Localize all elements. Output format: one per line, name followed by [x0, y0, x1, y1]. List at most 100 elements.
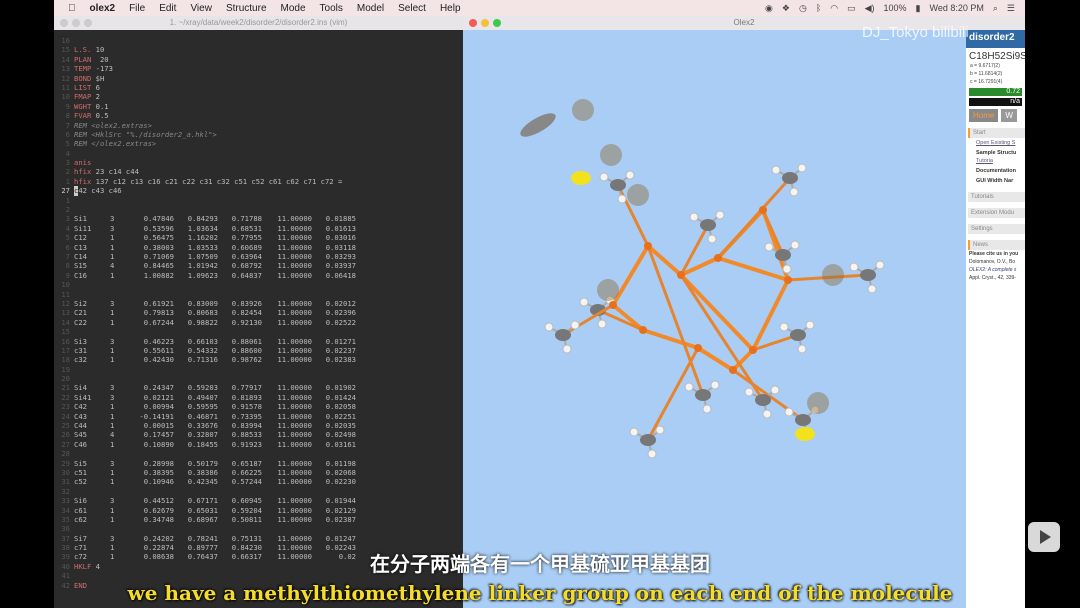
code-line[interactable]: 14 C22 1 0.67244 0.98822 0.92130 11.00000 0.025…	[54, 318, 356, 327]
code-line[interactable]: 24 C43 1 -0.14191 0.46871 0.73395 11.00000 0.02…	[54, 412, 356, 421]
code-line[interactable]: 19	[54, 365, 356, 374]
documentation-item[interactable]: Documentation	[966, 166, 1025, 176]
sulfur-atom[interactable]	[571, 171, 591, 185]
silicon-atom[interactable]	[644, 242, 652, 250]
code-line[interactable]: 7 C14 1 0.71069 1.07509 0.63964 11.00000 0.0329…	[54, 252, 356, 261]
hydrogen-atom[interactable]	[617, 194, 627, 204]
silicon-atom[interactable]	[729, 366, 737, 374]
terminal-vim-window[interactable]: 1. ~/xray/data/week2/disorder2/disorder2…	[54, 16, 463, 608]
battery-icon[interactable]: ▮	[916, 3, 921, 14]
section-extension-modules[interactable]: Extension Modu	[968, 208, 1025, 218]
tab-home[interactable]: Home	[969, 109, 999, 122]
carbon-atom[interactable]	[790, 329, 806, 341]
silicon-atom[interactable]	[694, 344, 702, 352]
menu-tools[interactable]: Tools	[320, 3, 343, 14]
menu-mode[interactable]: Mode	[281, 3, 306, 14]
code-line[interactable]: 2	[54, 205, 356, 214]
tutorial-link[interactable]: Tutoria	[966, 158, 1025, 166]
menu-file[interactable]: File	[129, 3, 145, 14]
menu-app-name[interactable]: olex2	[90, 3, 116, 14]
hydrogen-atom[interactable]	[779, 322, 789, 332]
section-settings[interactable]: Settings	[968, 224, 1025, 234]
code-line[interactable]: 28	[54, 449, 356, 458]
zoom-button[interactable]	[84, 19, 92, 27]
volume-icon[interactable]: ◀)	[865, 3, 875, 14]
code-line[interactable]: 5 REM </olex2.extras>	[54, 139, 356, 148]
hydrogen-atom[interactable]	[771, 165, 781, 175]
code-line[interactable]: 16	[54, 36, 356, 45]
menu-edit[interactable]: Edit	[159, 3, 176, 14]
hydrogen-atom[interactable]	[562, 344, 572, 354]
code-line[interactable]: 5 C12 1 0.56475 1.16202 0.77955 11.00000 0.0301…	[54, 233, 356, 242]
minimize-button[interactable]	[72, 19, 80, 27]
open-existing-link[interactable]: Open Existing S	[966, 138, 1025, 148]
hydrogen-atom[interactable]	[790, 240, 800, 250]
apple-icon[interactable]: 	[68, 3, 76, 14]
code-line[interactable]: 15 L.S. 10	[54, 45, 356, 54]
molecule-3d-view[interactable]	[463, 30, 966, 608]
hydrogen-atom[interactable]	[764, 242, 774, 252]
code-line[interactable]: 33 Si6 3 0.44512 0.67171 0.60945 11.00000 0.019…	[54, 496, 356, 505]
silicon-atom[interactable]	[714, 254, 722, 262]
code-line[interactable]: 7 REM <olex2.extras>	[54, 121, 356, 130]
hydrogen-atom[interactable]	[702, 404, 712, 414]
hydrogen-atom[interactable]	[797, 344, 807, 354]
code-line[interactable]: 6 REM <HklSrc "%./disorder2_a.hkl">	[54, 130, 356, 139]
hydrogen-atom[interactable]	[599, 172, 609, 182]
hydrogen-atom[interactable]	[782, 264, 792, 274]
hydrogen-atom[interactable]	[762, 409, 772, 419]
notification-center-icon[interactable]: ☰	[1007, 3, 1015, 14]
carbon-atom[interactable]	[640, 434, 656, 446]
code-line[interactable]: 30 c51 1 0.38395 0.38386 0.66225 11.00000 0.020…	[54, 468, 356, 477]
close-button[interactable]	[60, 19, 68, 27]
code-line[interactable]: 11	[54, 290, 356, 299]
code-line[interactable]: 18 c32 1 0.42430 0.71316 0.98762 11.00000 0.023…	[54, 355, 356, 364]
minimize-button[interactable]	[481, 19, 489, 27]
code-line[interactable]: 4 Si11 3 0.53596 1.03634 0.68531 11.00000 0.016…	[54, 224, 356, 233]
hydrogen-atom[interactable]	[784, 407, 794, 417]
hydrogen-atom[interactable]	[789, 187, 799, 197]
hydrogen-atom[interactable]	[715, 210, 725, 220]
carbon-atom[interactable]	[775, 249, 791, 261]
hydrogen-atom[interactable]	[544, 322, 554, 332]
code-line[interactable]: 26 S45 4 0.17457 0.32807 0.88533 11.00000 0.024…	[54, 430, 356, 439]
hydrogen-atom[interactable]	[875, 260, 885, 270]
code-line[interactable]: 6 C13 1 0.38003 1.03533 0.60689 11.00000 0.0311…	[54, 243, 356, 252]
clock[interactable]: Wed 8:20 PM	[930, 3, 984, 13]
sample-structures[interactable]: Sample Structu	[966, 148, 1025, 158]
silicon-atom[interactable]	[759, 206, 767, 214]
carbon-atom[interactable]	[700, 219, 716, 231]
hydrogen-atom[interactable]	[707, 234, 717, 244]
code-line[interactable]: 8 FVAR 0.5	[54, 111, 356, 120]
hydrogen-atom[interactable]	[744, 387, 754, 397]
hydrogen-atom[interactable]	[770, 385, 780, 395]
hydrogen-atom[interactable]	[689, 212, 699, 222]
gui-width-item[interactable]: GUI Width Nar	[966, 176, 1025, 186]
play-icon[interactable]	[1028, 522, 1060, 552]
code-line[interactable]: 3 anis	[54, 158, 356, 167]
code-line[interactable]: 11 LIST 6	[54, 83, 356, 92]
code-line[interactable]: 3 Si1 3 0.47846 0.84293 0.71788 11.00000 0.0188…	[54, 214, 356, 223]
code-line[interactable]: 12 Si2 3 0.61921 0.83009 0.83926 11.00000 0.020…	[54, 299, 356, 308]
section-news[interactable]: News	[968, 240, 1025, 250]
code-line[interactable]: 4	[54, 149, 356, 158]
hydrogen-atom[interactable]	[597, 319, 607, 329]
carbon-atom[interactable]	[610, 179, 626, 191]
code-line[interactable]: 10 FMAP 2	[54, 92, 356, 101]
hydrogen-atom[interactable]	[849, 262, 859, 272]
code-line[interactable]: 31 c52 1 0.10946 0.42345 0.57244 11.00000 0.022…	[54, 477, 356, 486]
carbon-atom[interactable]	[555, 329, 571, 341]
zoom-button[interactable]	[493, 19, 501, 27]
tab-work[interactable]: W	[1001, 109, 1017, 122]
hydrogen-atom[interactable]	[579, 297, 589, 307]
menu-help[interactable]: Help	[440, 3, 461, 14]
hydrogen-atom[interactable]	[655, 425, 665, 435]
vim-title-bar[interactable]: 1. ~/xray/data/week2/disorder2/disorder2…	[54, 16, 463, 30]
code-line[interactable]: 27 C46 1 0.10890 0.18455 0.91923 11.00000 0.031…	[54, 440, 356, 449]
carbon-atom[interactable]	[755, 394, 771, 406]
q-peak[interactable]	[597, 279, 619, 301]
spotlight-search-icon[interactable]: ⌕	[993, 3, 998, 14]
carbon-atom[interactable]	[860, 269, 876, 281]
code-line[interactable]: 13 TEMP -173	[54, 64, 356, 73]
silicon-atom[interactable]	[609, 301, 617, 309]
